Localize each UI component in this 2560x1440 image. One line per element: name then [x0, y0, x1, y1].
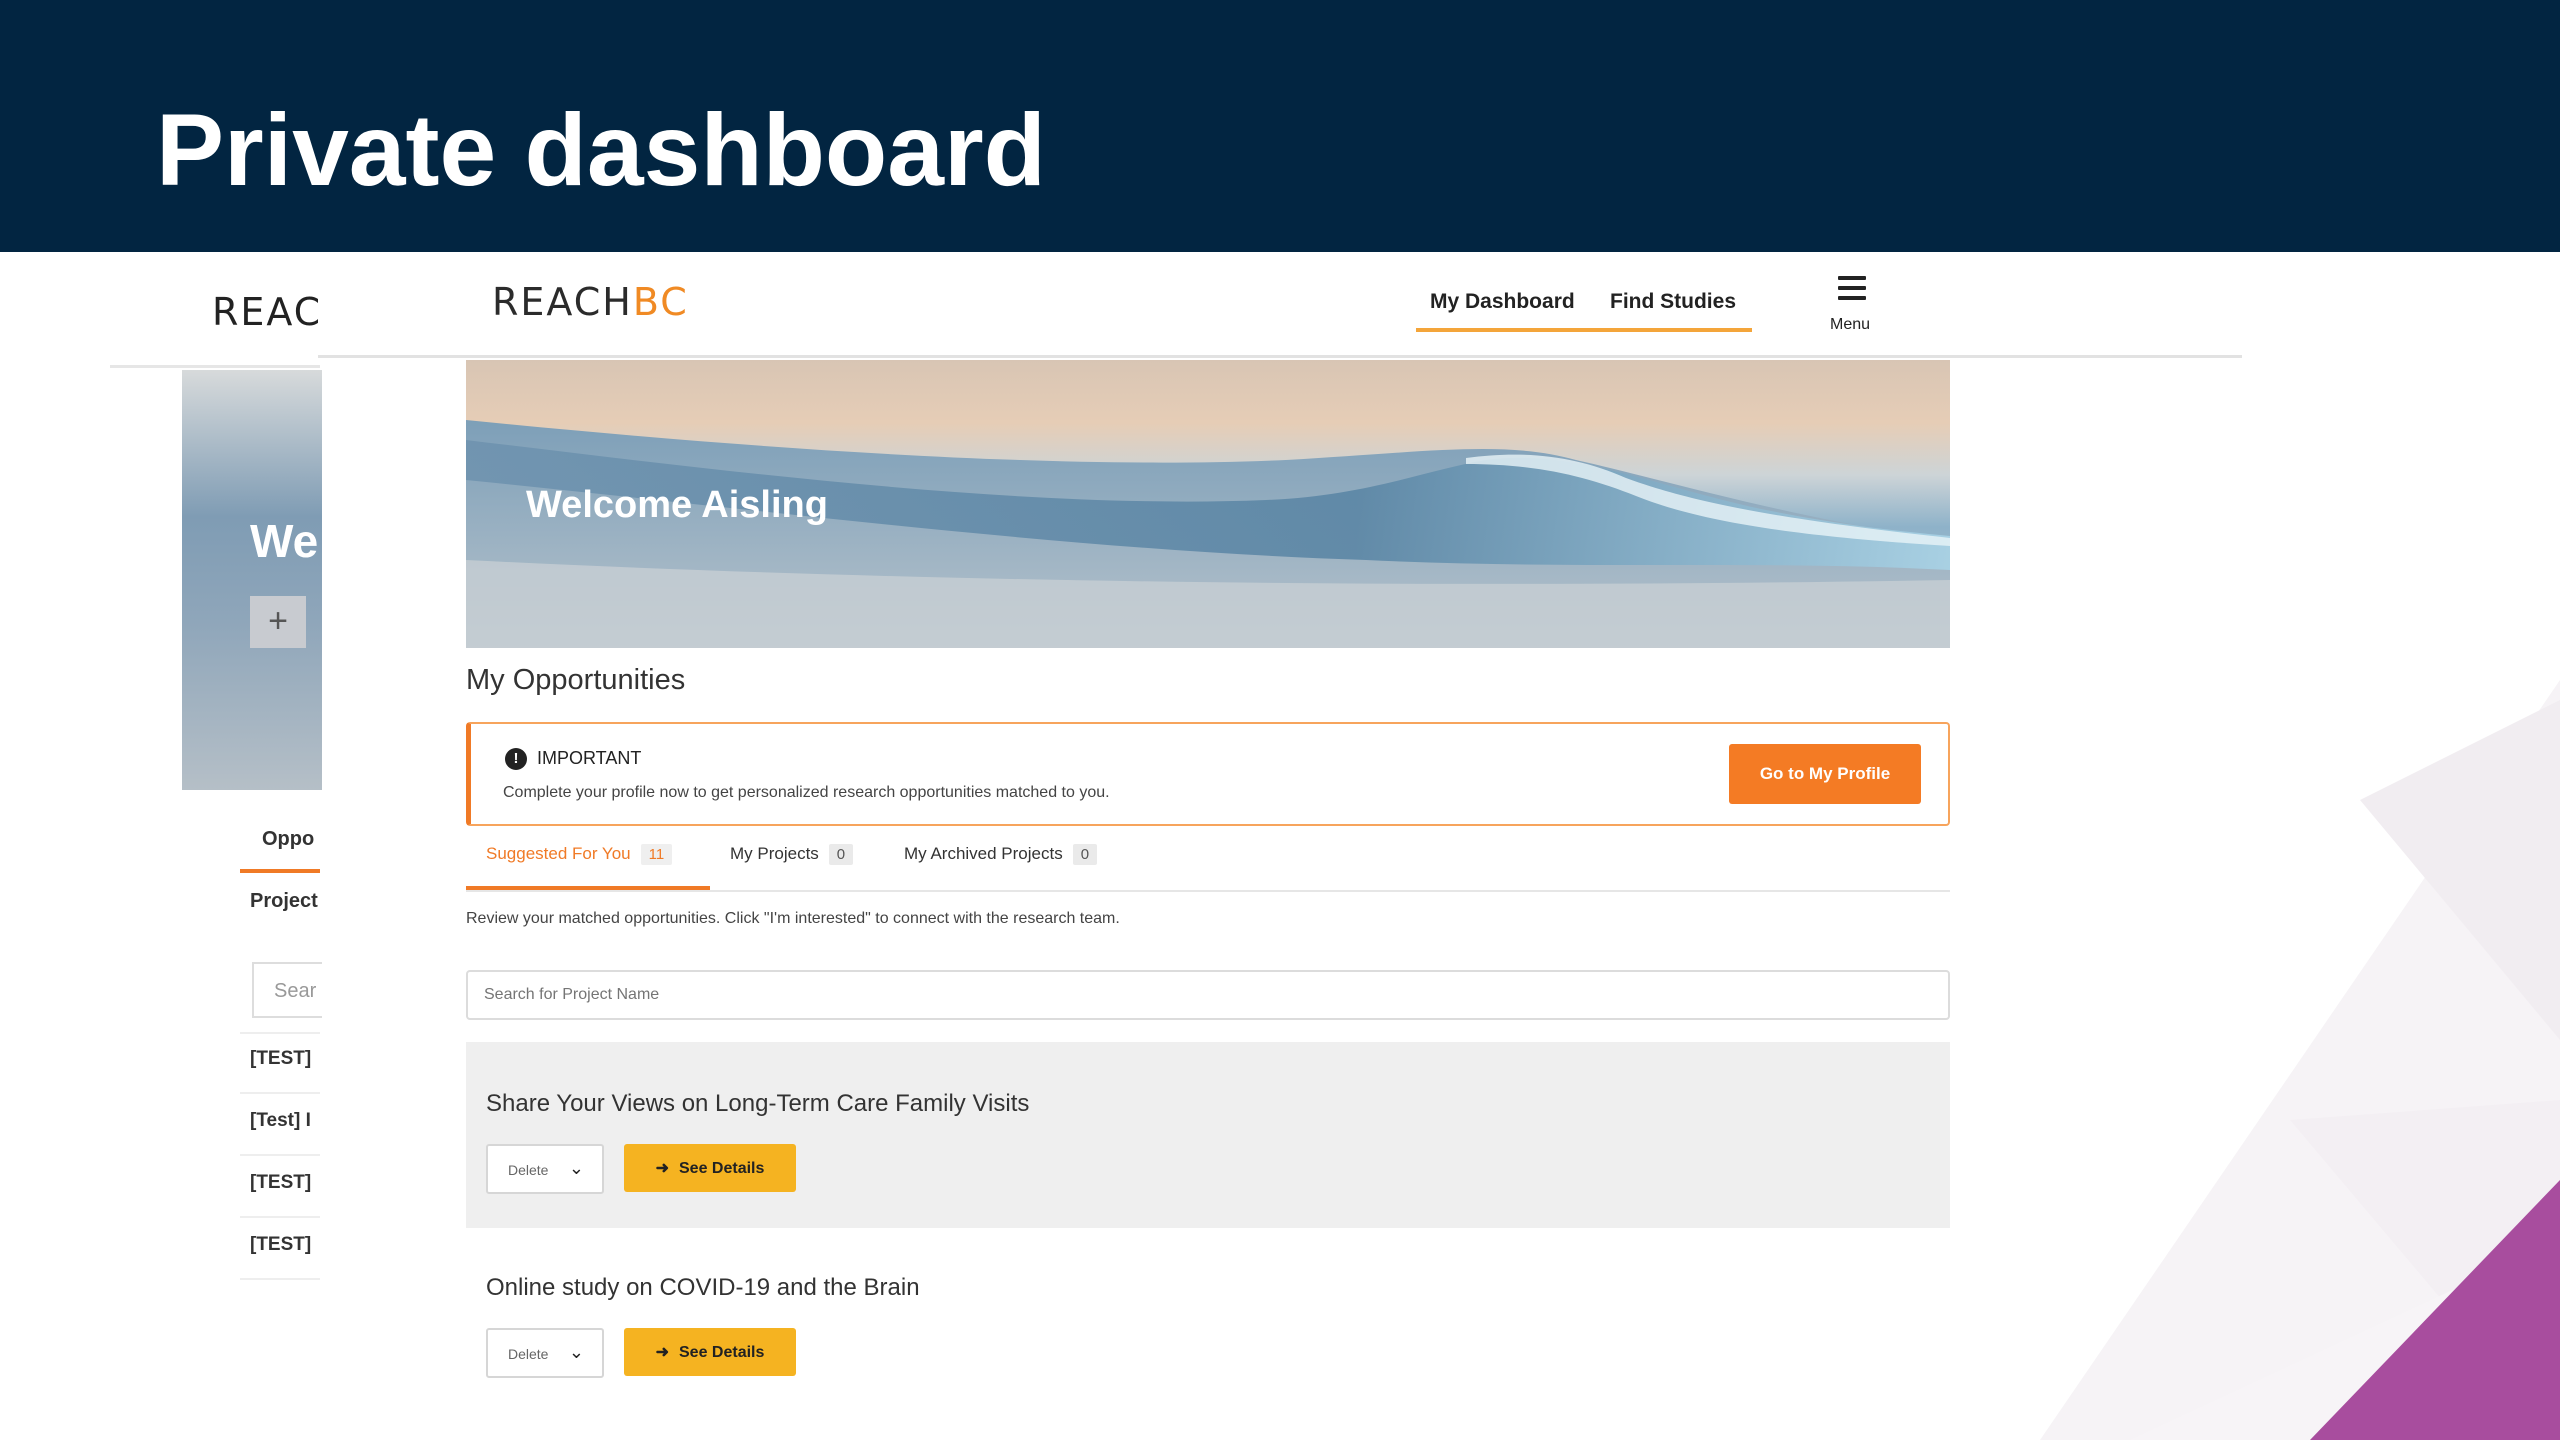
bg-tab-underline: [240, 869, 320, 873]
bg-subtitle: Project: [250, 890, 318, 912]
select-value: Delete: [508, 1346, 549, 1362]
bg-list-item: [TEST]: [250, 1172, 312, 1193]
info-icon: !: [505, 748, 527, 770]
nav-active-underline: [1416, 328, 1752, 332]
decorative-triangles: [2040, 680, 2560, 1440]
opportunity-card: Online study on COVID-19 and the Brain D…: [466, 1226, 1950, 1412]
button-label: See Details: [679, 1160, 765, 1177]
delete-select[interactable]: Delete ⌄: [486, 1328, 604, 1378]
tab-label: My Projects: [730, 844, 819, 863]
nav-find-studies[interactable]: Find Studies: [1610, 290, 1736, 314]
review-instructions: Review your matched opportunities. Click…: [466, 910, 1120, 927]
active-tab-underline: [466, 886, 710, 890]
bg-row-divider: [240, 1092, 320, 1094]
card-title: Share Your Views on Long-Term Care Famil…: [486, 1090, 1030, 1117]
bg-row-divider: [240, 1216, 320, 1218]
card-title: Online study on COVID-19 and the Brain: [486, 1274, 920, 1301]
go-to-profile-button[interactable]: Go to My Profile: [1729, 744, 1921, 804]
slide-title: Private dashboard: [156, 93, 1046, 207]
bg-welcome-text: We: [250, 515, 319, 567]
tab-suggested-for-you[interactable]: Suggested For You 11: [486, 844, 673, 892]
tab-count: 11: [640, 844, 673, 865]
bg-row-divider: [240, 1032, 320, 1034]
background-screenshot: REACH We + Oppo Project Sear [TEST] [Tes…: [0, 252, 351, 1440]
reachbc-logo[interactable]: REACHBC: [492, 280, 689, 324]
bg-row-divider: [240, 1278, 320, 1280]
welcome-hero-banner: Welcome Aisling: [466, 360, 1950, 648]
chevron-down-icon: ⌄: [568, 1158, 584, 1178]
project-search-input[interactable]: [466, 970, 1950, 1020]
chevron-down-icon: ⌄: [568, 1342, 584, 1362]
hamburger-menu-icon[interactable]: [1838, 276, 1866, 302]
tab-count: 0: [1072, 844, 1098, 865]
bg-list-item: [TEST]: [250, 1234, 312, 1255]
alert-title: IMPORTANT: [537, 748, 642, 768]
tab-label: My Archived Projects: [904, 844, 1063, 863]
see-details-button[interactable]: ➜ See Details: [624, 1144, 796, 1192]
slide-header: Private dashboard: [0, 0, 2560, 252]
opportunity-card: Share Your Views on Long-Term Care Famil…: [466, 1042, 1950, 1228]
tab-label: Suggested For You: [486, 844, 631, 863]
bg-search-input: Sear: [252, 962, 322, 1018]
delete-select[interactable]: Delete ⌄: [486, 1144, 604, 1194]
bg-list-item: [TEST]: [250, 1048, 312, 1069]
section-title: My Opportunities: [466, 664, 686, 696]
logo-main-text: REACH: [492, 280, 633, 324]
bg-list-item: [Test] I: [250, 1110, 311, 1131]
nav-my-dashboard[interactable]: My Dashboard: [1430, 290, 1575, 314]
menu-label[interactable]: Menu: [1830, 316, 1870, 334]
opportunity-tabs: Suggested For You 11 My Projects 0 My Arch…: [466, 840, 1950, 892]
bg-hero-image: [182, 370, 322, 790]
important-alert: ! IMPORTANT Complete your profile now to…: [466, 722, 1950, 826]
alert-text: Complete your profile now to get persona…: [503, 784, 1110, 801]
tab-my-projects[interactable]: My Projects 0: [730, 844, 854, 892]
tab-my-archived-projects[interactable]: My Archived Projects 0: [904, 844, 1098, 892]
see-details-button[interactable]: ➜ See Details: [624, 1328, 796, 1376]
welcome-text: Welcome Aisling: [526, 484, 828, 526]
bg-add-button: +: [250, 596, 306, 648]
bg-row-divider: [240, 1154, 320, 1156]
arrow-right-icon: ➜: [655, 1344, 669, 1361]
arrow-right-icon: ➜: [655, 1160, 669, 1177]
logo-accent-text: BC: [632, 280, 689, 324]
tab-count: 0: [828, 844, 854, 865]
select-value: Delete: [508, 1162, 549, 1178]
button-label: See Details: [679, 1344, 765, 1361]
bg-tab: Oppo: [262, 828, 315, 850]
site-header: REACHBC My Dashboard Find Studies Menu: [318, 252, 2242, 358]
